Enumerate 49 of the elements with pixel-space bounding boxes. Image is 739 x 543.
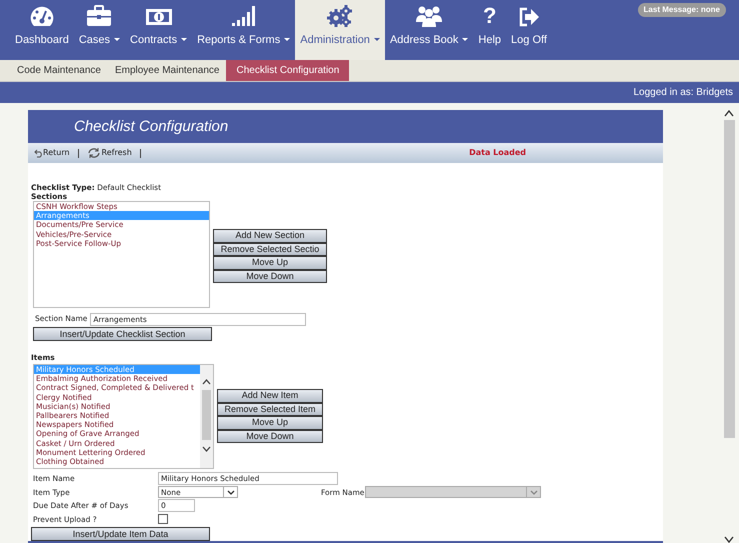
chevron-down-icon — [724, 536, 734, 543]
user-bar: Logged in as: Bridgets — [0, 82, 739, 103]
gears-icon — [327, 4, 354, 26]
nav-tab[interactable]: Cases — [74, 0, 126, 60]
action-button[interactable]: Move Down — [213, 270, 327, 283]
sub-nav-tab[interactable]: Checklist Configuration — [226, 60, 350, 81]
scrollbar-thumb[interactable] — [724, 120, 734, 438]
action-button[interactable]: Insert/Update Checklist Section — [33, 327, 212, 341]
banknote-icon — [144, 6, 173, 26]
signal-bars-icon — [230, 4, 257, 26]
nav-tab[interactable]: Contracts — [125, 0, 192, 60]
action-button[interactable]: Move Down — [217, 430, 323, 443]
chevron-down-icon — [226, 490, 234, 495]
nav-tab[interactable]: Reports & Forms — [192, 0, 296, 60]
people-icon — [415, 4, 444, 26]
nav-tab[interactable]: ? Help — [473, 0, 506, 60]
help-icon: ? — [483, 4, 496, 26]
action-button[interactable]: Remove Selected Item — [217, 402, 323, 416]
message-badge: Last Message: none — [638, 3, 726, 17]
return-arrow-icon — [34, 147, 42, 159]
nav-tab[interactable]: Address Book — [384, 0, 474, 60]
scrollbar[interactable] — [200, 365, 213, 468]
refresh-icon — [86, 147, 101, 159]
sub-nav-tab[interactable]: Employee Maintenance — [108, 60, 226, 81]
status-text: Data Loaded — [469, 147, 526, 159]
nav-tab[interactable]: Dashboard — [10, 0, 74, 60]
chevron-down-icon — [202, 446, 211, 452]
action-button[interactable]: Move Up — [213, 256, 327, 270]
chevron-down-icon — [530, 490, 538, 495]
action-button[interactable]: Add New Item — [217, 389, 323, 402]
chevron-up-icon — [202, 379, 211, 385]
sign-out-icon — [518, 6, 540, 26]
checkbox[interactable] — [158, 514, 168, 524]
panel-title: Checklist Configuration — [28, 110, 663, 143]
briefcase-icon — [86, 4, 112, 26]
action-button[interactable]: Add New Section — [213, 229, 327, 242]
action-button[interactable]: Remove Selected Sectio — [213, 242, 327, 256]
scrollbar-thumb[interactable] — [202, 390, 211, 440]
chevron-up-icon — [724, 110, 734, 117]
gauge-icon — [28, 4, 55, 26]
sub-nav-tab[interactable]: Code Maintenance — [10, 60, 108, 81]
list-box[interactable] — [33, 364, 214, 469]
page-scrollbar[interactable] — [721, 110, 737, 543]
toolbar-button[interactable]: Return — [34, 147, 70, 159]
nav-tab[interactable]: Log Off — [506, 0, 552, 60]
toolbar-button[interactable]: Refresh — [86, 147, 132, 159]
action-button[interactable]: Insert/Update Item Data — [31, 527, 210, 541]
action-button[interactable]: Move Up — [217, 416, 323, 430]
nav-tab[interactable]: Administration — [295, 0, 385, 60]
